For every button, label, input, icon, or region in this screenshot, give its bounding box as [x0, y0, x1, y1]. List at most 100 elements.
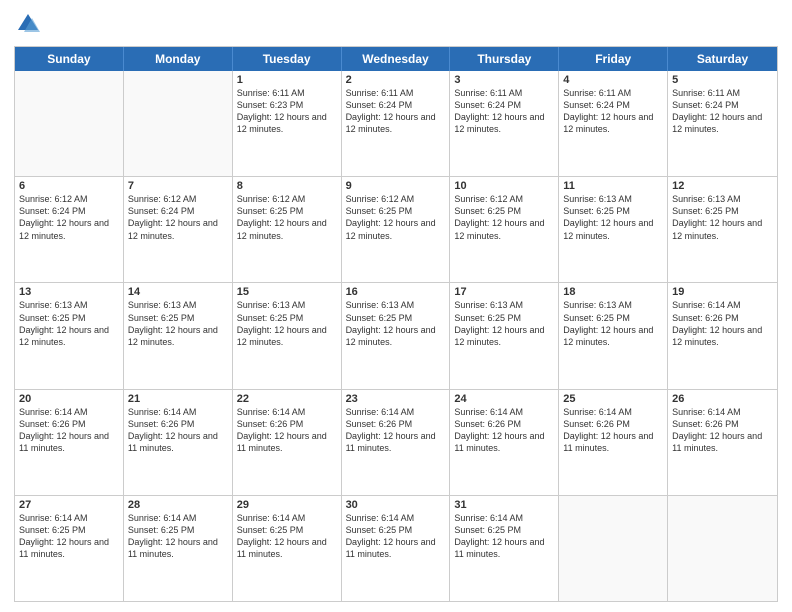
header-day-monday: Monday: [124, 47, 233, 71]
cal-cell: [559, 496, 668, 601]
cal-cell: 5Sunrise: 6:11 AM Sunset: 6:24 PM Daylig…: [668, 71, 777, 176]
day-number: 3: [454, 74, 554, 86]
cal-row-3: 20Sunrise: 6:14 AM Sunset: 6:26 PM Dayli…: [15, 389, 777, 495]
day-info: Sunrise: 6:12 AM Sunset: 6:25 PM Dayligh…: [454, 193, 554, 242]
cal-cell: 26Sunrise: 6:14 AM Sunset: 6:26 PM Dayli…: [668, 390, 777, 495]
cal-cell: 14Sunrise: 6:13 AM Sunset: 6:25 PM Dayli…: [124, 283, 233, 388]
day-info: Sunrise: 6:13 AM Sunset: 6:25 PM Dayligh…: [672, 193, 773, 242]
header: [14, 10, 778, 38]
day-info: Sunrise: 6:14 AM Sunset: 6:25 PM Dayligh…: [19, 512, 119, 561]
cal-cell: 24Sunrise: 6:14 AM Sunset: 6:26 PM Dayli…: [450, 390, 559, 495]
day-number: 25: [563, 393, 663, 405]
day-info: Sunrise: 6:11 AM Sunset: 6:24 PM Dayligh…: [454, 87, 554, 136]
cal-cell: 31Sunrise: 6:14 AM Sunset: 6:25 PM Dayli…: [450, 496, 559, 601]
calendar-body: 1Sunrise: 6:11 AM Sunset: 6:23 PM Daylig…: [15, 71, 777, 601]
day-number: 4: [563, 74, 663, 86]
day-number: 7: [128, 180, 228, 192]
day-info: Sunrise: 6:14 AM Sunset: 6:26 PM Dayligh…: [672, 406, 773, 455]
calendar: SundayMondayTuesdayWednesdayThursdayFrid…: [14, 46, 778, 602]
cal-cell: 3Sunrise: 6:11 AM Sunset: 6:24 PM Daylig…: [450, 71, 559, 176]
cal-cell: [668, 496, 777, 601]
day-number: 21: [128, 393, 228, 405]
cal-cell: [15, 71, 124, 176]
day-info: Sunrise: 6:14 AM Sunset: 6:26 PM Dayligh…: [128, 406, 228, 455]
day-number: 13: [19, 286, 119, 298]
cal-cell: 7Sunrise: 6:12 AM Sunset: 6:24 PM Daylig…: [124, 177, 233, 282]
day-info: Sunrise: 6:12 AM Sunset: 6:24 PM Dayligh…: [19, 193, 119, 242]
day-number: 24: [454, 393, 554, 405]
day-info: Sunrise: 6:12 AM Sunset: 6:25 PM Dayligh…: [346, 193, 446, 242]
header-day-sunday: Sunday: [15, 47, 124, 71]
day-number: 2: [346, 74, 446, 86]
cal-cell: 9Sunrise: 6:12 AM Sunset: 6:25 PM Daylig…: [342, 177, 451, 282]
day-number: 15: [237, 286, 337, 298]
day-info: Sunrise: 6:14 AM Sunset: 6:26 PM Dayligh…: [563, 406, 663, 455]
day-info: Sunrise: 6:14 AM Sunset: 6:26 PM Dayligh…: [237, 406, 337, 455]
day-number: 28: [128, 499, 228, 511]
day-info: Sunrise: 6:14 AM Sunset: 6:26 PM Dayligh…: [19, 406, 119, 455]
cal-cell: 18Sunrise: 6:13 AM Sunset: 6:25 PM Dayli…: [559, 283, 668, 388]
cal-cell: 1Sunrise: 6:11 AM Sunset: 6:23 PM Daylig…: [233, 71, 342, 176]
calendar-page: SundayMondayTuesdayWednesdayThursdayFrid…: [0, 0, 792, 612]
day-info: Sunrise: 6:13 AM Sunset: 6:25 PM Dayligh…: [563, 299, 663, 348]
day-number: 23: [346, 393, 446, 405]
day-number: 29: [237, 499, 337, 511]
day-number: 14: [128, 286, 228, 298]
logo: [14, 10, 46, 38]
cal-cell: 17Sunrise: 6:13 AM Sunset: 6:25 PM Dayli…: [450, 283, 559, 388]
day-number: 19: [672, 286, 773, 298]
day-info: Sunrise: 6:14 AM Sunset: 6:26 PM Dayligh…: [672, 299, 773, 348]
day-info: Sunrise: 6:14 AM Sunset: 6:26 PM Dayligh…: [346, 406, 446, 455]
day-number: 12: [672, 180, 773, 192]
day-number: 1: [237, 74, 337, 86]
day-number: 26: [672, 393, 773, 405]
day-number: 20: [19, 393, 119, 405]
day-info: Sunrise: 6:11 AM Sunset: 6:23 PM Dayligh…: [237, 87, 337, 136]
cal-cell: 16Sunrise: 6:13 AM Sunset: 6:25 PM Dayli…: [342, 283, 451, 388]
cal-row-1: 6Sunrise: 6:12 AM Sunset: 6:24 PM Daylig…: [15, 176, 777, 282]
day-info: Sunrise: 6:11 AM Sunset: 6:24 PM Dayligh…: [563, 87, 663, 136]
day-number: 18: [563, 286, 663, 298]
day-info: Sunrise: 6:13 AM Sunset: 6:25 PM Dayligh…: [346, 299, 446, 348]
header-day-friday: Friday: [559, 47, 668, 71]
day-number: 9: [346, 180, 446, 192]
day-number: 10: [454, 180, 554, 192]
cal-cell: 6Sunrise: 6:12 AM Sunset: 6:24 PM Daylig…: [15, 177, 124, 282]
day-info: Sunrise: 6:14 AM Sunset: 6:26 PM Dayligh…: [454, 406, 554, 455]
day-info: Sunrise: 6:13 AM Sunset: 6:25 PM Dayligh…: [128, 299, 228, 348]
header-day-thursday: Thursday: [450, 47, 559, 71]
day-info: Sunrise: 6:11 AM Sunset: 6:24 PM Dayligh…: [346, 87, 446, 136]
day-info: Sunrise: 6:11 AM Sunset: 6:24 PM Dayligh…: [672, 87, 773, 136]
day-info: Sunrise: 6:14 AM Sunset: 6:25 PM Dayligh…: [128, 512, 228, 561]
day-info: Sunrise: 6:13 AM Sunset: 6:25 PM Dayligh…: [454, 299, 554, 348]
day-info: Sunrise: 6:13 AM Sunset: 6:25 PM Dayligh…: [563, 193, 663, 242]
cal-cell: 20Sunrise: 6:14 AM Sunset: 6:26 PM Dayli…: [15, 390, 124, 495]
day-number: 11: [563, 180, 663, 192]
day-number: 16: [346, 286, 446, 298]
cal-cell: 12Sunrise: 6:13 AM Sunset: 6:25 PM Dayli…: [668, 177, 777, 282]
day-number: 31: [454, 499, 554, 511]
day-number: 8: [237, 180, 337, 192]
day-info: Sunrise: 6:13 AM Sunset: 6:25 PM Dayligh…: [237, 299, 337, 348]
cal-cell: 22Sunrise: 6:14 AM Sunset: 6:26 PM Dayli…: [233, 390, 342, 495]
day-info: Sunrise: 6:12 AM Sunset: 6:25 PM Dayligh…: [237, 193, 337, 242]
header-day-saturday: Saturday: [668, 47, 777, 71]
cal-cell: 15Sunrise: 6:13 AM Sunset: 6:25 PM Dayli…: [233, 283, 342, 388]
day-number: 17: [454, 286, 554, 298]
cal-cell: 2Sunrise: 6:11 AM Sunset: 6:24 PM Daylig…: [342, 71, 451, 176]
header-day-tuesday: Tuesday: [233, 47, 342, 71]
day-number: 5: [672, 74, 773, 86]
cal-cell: 10Sunrise: 6:12 AM Sunset: 6:25 PM Dayli…: [450, 177, 559, 282]
day-info: Sunrise: 6:12 AM Sunset: 6:24 PM Dayligh…: [128, 193, 228, 242]
day-number: 27: [19, 499, 119, 511]
cal-cell: [124, 71, 233, 176]
day-info: Sunrise: 6:14 AM Sunset: 6:25 PM Dayligh…: [237, 512, 337, 561]
logo-icon: [14, 10, 42, 38]
day-number: 6: [19, 180, 119, 192]
cal-cell: 13Sunrise: 6:13 AM Sunset: 6:25 PM Dayli…: [15, 283, 124, 388]
cal-cell: 8Sunrise: 6:12 AM Sunset: 6:25 PM Daylig…: [233, 177, 342, 282]
cal-cell: 11Sunrise: 6:13 AM Sunset: 6:25 PM Dayli…: [559, 177, 668, 282]
cal-cell: 25Sunrise: 6:14 AM Sunset: 6:26 PM Dayli…: [559, 390, 668, 495]
cal-row-0: 1Sunrise: 6:11 AM Sunset: 6:23 PM Daylig…: [15, 71, 777, 176]
cal-cell: 4Sunrise: 6:11 AM Sunset: 6:24 PM Daylig…: [559, 71, 668, 176]
